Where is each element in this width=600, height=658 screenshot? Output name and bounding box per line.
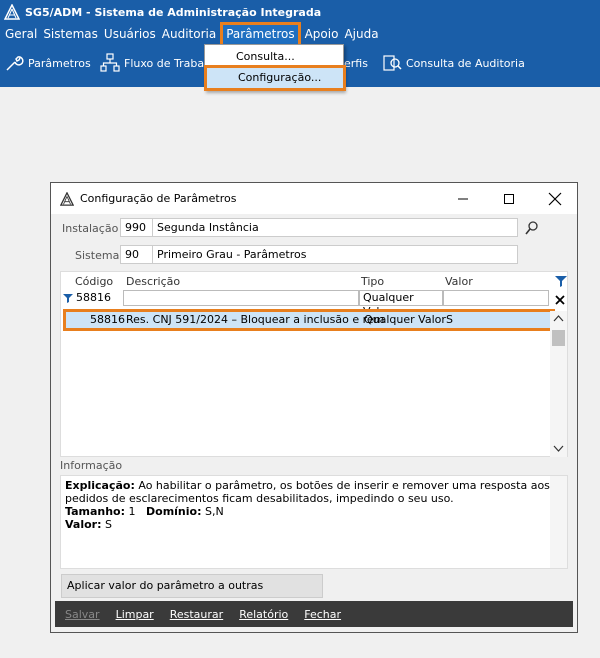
maximize-icon <box>504 193 514 204</box>
tamanho-value: 1 <box>125 505 136 518</box>
app-title-bar: SG5/ADM - Sistema de Administração Integ… <box>0 0 600 24</box>
info-scrollbar[interactable] <box>550 476 567 568</box>
valor-line: Valor: S <box>65 518 563 531</box>
apply-to-other-installations-button[interactable]: Aplicar valor do parâmetro a outras inst… <box>61 574 323 614</box>
parametros-dropdown-menu: Consulta... Configuração... <box>204 44 346 91</box>
filter-valor-input[interactable] <box>443 290 549 306</box>
tamanho-label: Tamanho: <box>65 505 126 518</box>
col-header-tipo[interactable]: Tipo <box>361 275 384 288</box>
minimize-button[interactable] <box>440 183 486 214</box>
row-descricao: Res. CNJ 591/2024 – Bloquear a inclusão … <box>126 313 385 326</box>
search-icon[interactable] <box>523 219 545 237</box>
informacao-label: Informação <box>60 459 123 472</box>
app-logo-icon <box>4 4 20 20</box>
menu-geral[interactable]: Geral <box>2 25 40 44</box>
valor-label: Valor: <box>65 518 102 531</box>
menu-item-configuracao[interactable]: Configuração... <box>204 65 346 91</box>
close-icon <box>548 192 562 205</box>
row-codigo: 58816 <box>90 313 125 326</box>
toolbar-perfis-label: erfis <box>344 56 368 70</box>
menu-item-consulta[interactable]: Consulta... <box>205 47 343 67</box>
tamanho-line: Tamanho: 1 Domínio: S,N <box>65 505 563 518</box>
maximize-button[interactable] <box>486 183 532 214</box>
dialog-footer: Salvar Limpar Restaurar Relatório Fechar <box>55 601 573 627</box>
relatorio-button[interactable]: Relatório <box>231 608 296 621</box>
menu-auditoria[interactable]: Auditoria <box>159 25 219 44</box>
menu-sistemas[interactable]: Sistemas <box>40 25 101 44</box>
sistema-label: Sistema <box>75 249 120 262</box>
menu-apoio[interactable]: Apoio <box>302 25 342 44</box>
toolbar-perfis-button[interactable]: erfis <box>344 53 368 73</box>
menu-ajuda[interactable]: Ajuda <box>341 25 381 44</box>
minimize-icon <box>458 198 468 199</box>
clear-filter-icon[interactable] <box>555 295 565 305</box>
table-row-58816[interactable]: 58816 Res. CNJ 591/2024 – Bloquear a inc… <box>63 309 555 331</box>
col-header-descricao[interactable]: Descrição <box>126 275 180 288</box>
menu-item-consulta-label: Consulta... <box>236 50 295 63</box>
audit-search-icon <box>383 55 402 71</box>
salvar-button[interactable]: Salvar <box>55 608 108 621</box>
filter-row-icon <box>63 294 73 303</box>
scroll-down-icon[interactable] <box>553 445 564 453</box>
filter-tipo-input[interactable]: Qualquer Valor <box>359 290 443 318</box>
menu-parametros[interactable]: Parâmetros <box>220 22 301 47</box>
filter-descricao-input[interactable] <box>123 290 359 306</box>
dominio-label: Domínio: <box>146 505 202 518</box>
col-header-valor[interactable]: Valor <box>445 275 473 288</box>
toolbar-consulta-auditoria-label: Consulta de Auditoria <box>406 56 525 70</box>
row-valor: S <box>446 313 453 326</box>
toolbar-fluxo-button[interactable]: Fluxo de Trabalho <box>100 53 221 73</box>
config-parametros-dialog: Configuração de Parâmetros Instalação 99… <box>50 182 578 633</box>
toolbar-parametros-label: Parâmetros <box>28 56 91 70</box>
instalacao-name-field[interactable]: Segunda Instância <box>152 218 518 237</box>
dialog-title: Configuração de Parâmetros <box>80 192 237 205</box>
explicacao-text: Ao habilitar o parâmetro, os botões de i… <box>65 479 550 505</box>
app-title: SG5/ADM - Sistema de Administração Integ… <box>25 5 322 19</box>
instalacao-label: Instalação <box>62 222 119 235</box>
fechar-button[interactable]: Fechar <box>296 608 349 621</box>
limpar-button[interactable]: Limpar <box>108 608 162 621</box>
toolbar-parametros-button[interactable]: Parâmetros <box>4 53 91 73</box>
workflow-icon <box>100 53 120 72</box>
scroll-up-icon[interactable] <box>553 314 564 322</box>
close-button[interactable] <box>532 183 578 214</box>
explicacao-label: Explicação: <box>65 479 135 492</box>
toolbar-consulta-auditoria-button[interactable]: Consulta de Auditoria <box>382 53 525 73</box>
dialog-logo-icon <box>60 191 74 206</box>
menu-bar: Geral Sistemas Usuários Auditoria Parâme… <box>0 22 600 47</box>
explicacao-line: Explicação: Ao habilitar o parâmetro, os… <box>65 479 563 505</box>
instalacao-code-field[interactable]: 990 <box>120 218 153 237</box>
sistema-name-field[interactable]: Primeiro Grau - Parâmetros <box>152 245 518 264</box>
filter-icon[interactable] <box>554 274 568 288</box>
sistema-code-field[interactable]: 90 <box>120 245 153 264</box>
menu-item-configuracao-label: Configuração... <box>238 71 322 84</box>
restaurar-button[interactable]: Restaurar <box>162 608 231 621</box>
row-tipo: Qualquer Valor <box>364 313 446 326</box>
col-header-codigo[interactable]: Código <box>75 275 113 288</box>
valor-value: S <box>101 518 112 531</box>
grid-scrollbar-thumb[interactable] <box>552 330 565 346</box>
menu-usuarios[interactable]: Usuários <box>101 25 159 44</box>
wrench-icon <box>6 56 24 71</box>
informacao-box: Explicação: Ao habilitar o parâmetro, os… <box>60 475 568 569</box>
dominio-value: S,N <box>201 505 224 518</box>
filter-codigo-value[interactable]: 58816 <box>76 291 111 304</box>
